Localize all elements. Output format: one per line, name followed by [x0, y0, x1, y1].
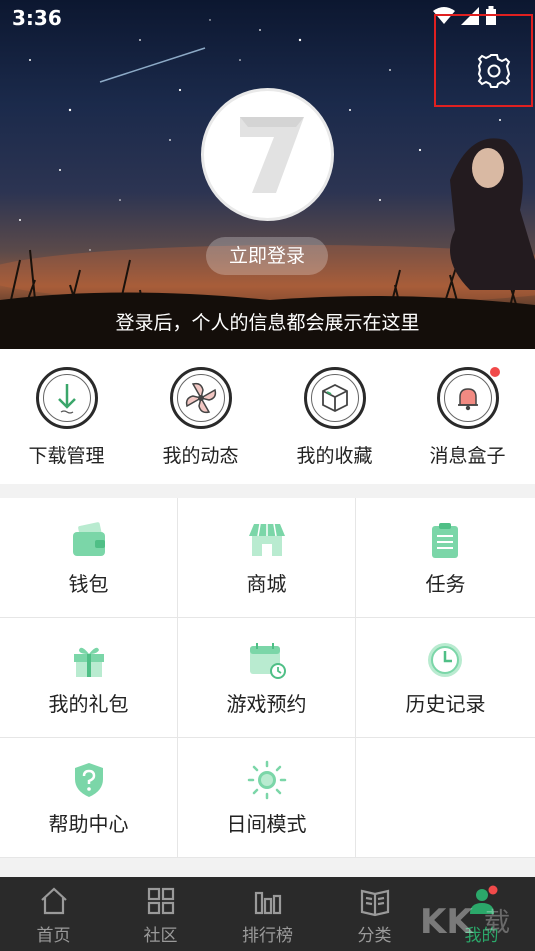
pinwheel-icon [169, 367, 232, 429]
girl-silhouette [450, 138, 535, 290]
login-button[interactable]: 立即登录 [206, 237, 328, 275]
wallet-icon [73, 522, 105, 556]
grid-label-help: 帮助中心 [48, 812, 129, 836]
quick-label-activity: 我的动态 [162, 445, 239, 467]
notification-dot [489, 367, 500, 377]
chart-icon [254, 891, 282, 915]
tab-community[interactable]: 社区 [107, 877, 214, 951]
quick-item-favorites[interactable]: 我的收藏 [268, 367, 401, 468]
shop-icon [249, 523, 285, 556]
svg-text:KK: KK [420, 902, 474, 942]
watermark-logo: KK 载 [420, 902, 510, 942]
tab-label-ranking: 排行榜 [242, 926, 293, 946]
home-icon [41, 887, 67, 915]
quick-actions-row: 下载管理 我的动态 我的收藏 消息盒子 [0, 349, 535, 484]
shield-question-icon [75, 763, 103, 797]
quick-label-download: 下载管理 [28, 445, 105, 467]
grid-item-shop[interactable]: 商城 [178, 498, 356, 618]
avatar[interactable] [201, 88, 334, 221]
grid-label-reservation: 游戏预约 [226, 692, 307, 716]
app-screen: 3:36 立即登录 登录后，个人的信息都会展示在这里 下载管理 我的动态 我的收… [0, 0, 535, 951]
tab-category[interactable]: 分类 [321, 877, 428, 951]
tab-home[interactable]: 首页 [0, 877, 107, 951]
grid-label-wallet: 钱包 [68, 572, 109, 596]
status-time: 3:36 [12, 6, 62, 30]
grid-label-history: 历史记录 [405, 692, 486, 716]
clipboard-icon [432, 523, 458, 558]
quick-label-messages: 消息盒子 [429, 445, 506, 467]
tab-label-home: 首页 [36, 926, 71, 946]
bell-icon [436, 367, 500, 429]
gear-icon[interactable] [476, 52, 512, 88]
feature-grid: 钱包 商城 任务 我的礼包 游戏预约 历史记录 帮助中心 日间模式 [0, 498, 535, 858]
tab-label-category: 分类 [357, 926, 392, 946]
gift-icon [74, 647, 104, 677]
quick-item-download[interactable]: 下载管理 [0, 367, 133, 468]
grid-item-tasks[interactable]: 任务 [356, 498, 535, 618]
app-logo-icon [240, 117, 304, 193]
grid-item-day-mode[interactable]: 日间模式 [178, 738, 356, 858]
grid-item-reservation[interactable]: 游戏预约 [178, 618, 356, 738]
grid-label-gifts: 我的礼包 [48, 692, 129, 716]
clock-icon [428, 643, 462, 677]
sun-icon [247, 760, 287, 800]
grid-label-tasks: 任务 [425, 572, 466, 596]
quick-item-activity[interactable]: 我的动态 [134, 367, 267, 468]
grid-item-help[interactable]: 帮助中心 [0, 738, 178, 858]
grid-item-wallet[interactable]: 钱包 [0, 498, 178, 618]
grid-label-shop: 商城 [246, 572, 287, 596]
grid-label-day-mode: 日间模式 [226, 812, 307, 836]
quick-label-favorites: 我的收藏 [296, 445, 373, 467]
profile-header: 3:36 立即登录 登录后，个人的信息都会展示在这里 [0, 0, 535, 349]
grid-item-gifts[interactable]: 我的礼包 [0, 618, 178, 738]
tab-label-community: 社区 [143, 926, 178, 946]
grid-empty-cell [356, 738, 535, 858]
book-icon [360, 889, 390, 917]
tab-ranking[interactable]: 排行榜 [214, 877, 321, 951]
login-hint-text: 登录后，个人的信息都会展示在这里 [115, 312, 420, 334]
calendar-icon [250, 643, 286, 679]
download-icon [35, 367, 98, 429]
grid-item-history[interactable]: 历史记录 [356, 618, 535, 738]
quick-item-messages[interactable]: 消息盒子 [401, 367, 534, 468]
box-icon [303, 367, 366, 429]
grid-icon [147, 887, 175, 915]
svg-text:载: 载 [484, 908, 510, 938]
